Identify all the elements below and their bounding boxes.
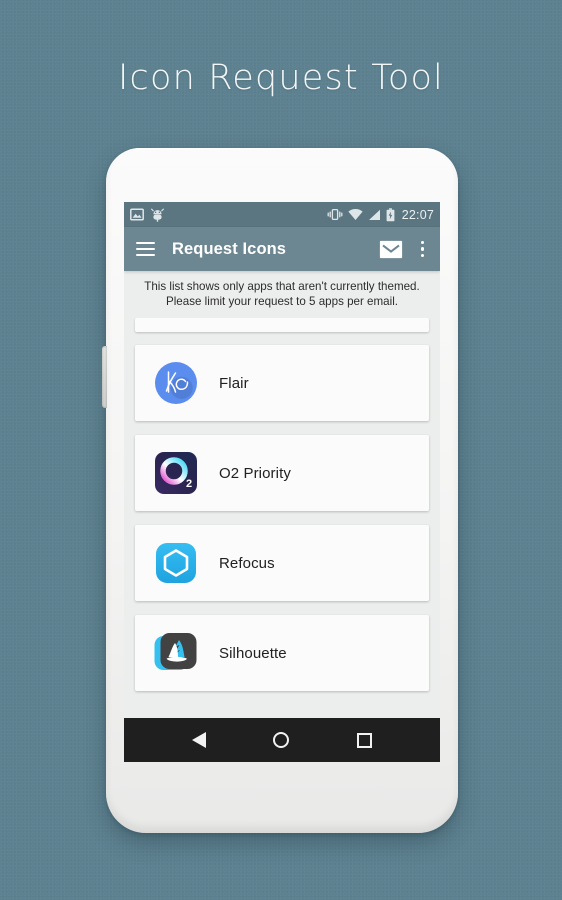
info-banner-line-1: This list shows only apps that aren't cu…	[144, 280, 420, 293]
silhouette-app-icon	[154, 631, 198, 675]
phone-device: 22:07 Request Icons This list shows only…	[102, 148, 458, 833]
app-request-list[interactable]: Flair 2 O2 Priority Refocus Silhouette	[124, 318, 440, 691]
navigation-bar	[124, 718, 440, 762]
vibrate-icon	[327, 208, 343, 221]
status-bar-right-icons: 22:07	[327, 208, 434, 222]
app-name: Flair	[219, 374, 249, 392]
list-item-partial[interactable]	[135, 318, 429, 332]
list-item[interactable]: Refocus	[135, 525, 429, 601]
flair-app-icon	[154, 361, 198, 405]
svg-text:2: 2	[186, 478, 192, 490]
back-button[interactable]	[191, 732, 206, 748]
list-item[interactable]: Silhouette	[135, 615, 429, 691]
overflow-menu-icon[interactable]	[417, 239, 428, 259]
home-button[interactable]	[273, 732, 290, 748]
info-banner-line-2: Please limit your request to 5 apps per …	[166, 295, 398, 308]
image-icon	[130, 208, 144, 221]
android-debug-icon	[151, 208, 164, 222]
refocus-app-icon	[154, 541, 198, 585]
status-bar-clock: 22:07	[401, 207, 434, 222]
wifi-icon	[348, 208, 363, 220]
list-item[interactable]: 2 O2 Priority	[135, 435, 429, 511]
page-title: Icon Request Tool	[118, 58, 444, 98]
o2-priority-app-icon: 2	[154, 451, 198, 495]
app-bar-title: Request Icons	[172, 239, 287, 258]
hamburger-menu-icon[interactable]	[136, 242, 155, 256]
app-name: Refocus	[219, 554, 275, 572]
app-bar-actions	[379, 239, 428, 259]
app-bar: Request Icons	[124, 227, 440, 271]
status-bar: 22:07	[124, 202, 440, 227]
signal-icon	[368, 209, 380, 220]
list-item[interactable]: Flair	[135, 345, 429, 421]
recents-button[interactable]	[357, 732, 373, 748]
app-name: O2 Priority	[219, 464, 291, 482]
volume-button[interactable]	[102, 346, 107, 408]
status-bar-left-icons	[130, 208, 164, 222]
phone-screen: 22:07 Request Icons This list shows only…	[124, 202, 440, 762]
info-banner: This list shows only apps that aren't cu…	[124, 271, 440, 318]
envelope-icon[interactable]	[379, 240, 403, 259]
battery-charging-icon	[386, 207, 395, 221]
app-name: Silhouette	[219, 644, 287, 662]
